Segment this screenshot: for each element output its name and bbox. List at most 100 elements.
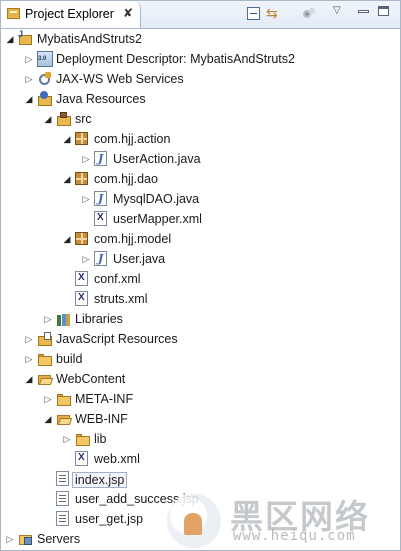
tree-item[interactable]: ◢ WEB-INF (1, 409, 400, 429)
tree-item[interactable]: ▷ JavaScript Resources (1, 329, 400, 349)
tree-item[interactable]: ▷ UserAction.java (1, 149, 400, 169)
java-project-icon (18, 29, 34, 47)
expanded-arrow-icon[interactable]: ◢ (5, 33, 15, 45)
tree-item[interactable]: ▷ lib (1, 429, 400, 449)
focus-on-active-task-icon[interactable] (302, 6, 316, 20)
tree-item[interactable]: ◢ com.hjj.model (1, 229, 400, 249)
tree-item[interactable]: ◢ Java Resources (1, 89, 400, 109)
tree-item-label: WebContent (56, 372, 126, 386)
folder-icon (56, 391, 72, 407)
tree-item-label: com.hjj.model (94, 232, 172, 246)
collapsed-arrow-icon[interactable]: ▷ (24, 353, 34, 365)
collapsed-arrow-icon[interactable]: ▷ (24, 333, 34, 345)
project-tree: ◢MybatisAndStruts2 ▷ Deployment Descriptor… (1, 29, 400, 550)
tree-item[interactable]: ◢ MybatisAndStruts2 (1, 29, 400, 49)
java-resources-icon (37, 91, 53, 107)
tree-item-label: UserAction.java (113, 152, 201, 166)
tree-item[interactable]: ▷ Deployment Descriptor: MybatisAndStruts… (1, 49, 400, 69)
tree-item[interactable]: web.xml (1, 449, 400, 469)
tree-item-label: JAX-WS Web Services (56, 72, 184, 86)
tree-item[interactable]: ▷ build (1, 349, 400, 369)
collapsed-arrow-icon[interactable]: ▷ (24, 73, 34, 85)
expanded-arrow-icon[interactable]: ◢ (62, 233, 72, 245)
tree-item[interactable]: ◢ src (1, 109, 400, 129)
tree-item[interactable]: ▷ META-INF (1, 389, 400, 409)
xml-file-icon (75, 291, 88, 306)
tree-item-label: WEB-INF (75, 412, 128, 426)
expanded-arrow-icon[interactable]: ◢ (43, 113, 53, 125)
tree-item[interactable]: ▷ Libraries (1, 309, 400, 329)
xml-file-icon (75, 271, 88, 286)
tree-item-label: index.jsp (72, 472, 128, 488)
package-icon (75, 172, 88, 185)
collapsed-arrow-icon[interactable]: ▷ (62, 433, 72, 445)
link-with-editor-icon[interactable]: ⇆ (266, 5, 283, 23)
tree-item[interactable]: ◢ com.hjj.action (1, 129, 400, 149)
maximize-icon[interactable] (378, 6, 389, 16)
watermark-url: www.heiqu.com (233, 528, 356, 544)
tree-item-label: MysqlDAO.java (113, 192, 200, 206)
tree-item-label: com.hjj.action (94, 132, 171, 146)
tree-item-label: Deployment Descriptor: MybatisAndStruts2 (56, 52, 295, 66)
project-explorer-view: Project Explorer ✘ ⇆ ▽ ◢ MybatisAndStruts… (0, 0, 401, 551)
java-file-icon (94, 191, 107, 206)
tree-item-label: Java Resources (56, 92, 146, 106)
view-header: Project Explorer ✘ ⇆ ▽ (1, 1, 400, 29)
package-icon (75, 232, 88, 245)
collapsed-arrow-icon[interactable]: ▷ (43, 313, 53, 325)
view-menu-icon[interactable]: ▽ (333, 5, 341, 23)
expanded-arrow-icon[interactable]: ◢ (43, 413, 53, 425)
tab-title: Project Explorer (25, 7, 114, 21)
tree-item-label: META-INF (75, 392, 134, 406)
collapsed-arrow-icon[interactable]: ▷ (43, 393, 53, 405)
tree-item-label: build (56, 352, 83, 366)
tree-item-label: struts.xml (94, 292, 148, 306)
tree-item-label: conf.xml (94, 272, 141, 286)
source-folder-icon (56, 111, 72, 127)
tree-item-label: user_get.jsp (75, 512, 144, 526)
tree-item-label: userMapper.xml (113, 212, 202, 226)
xml-file-icon (94, 211, 107, 226)
tree-item[interactable]: conf.xml (1, 269, 400, 289)
tree-item-label: lib (94, 432, 107, 446)
minimize-icon[interactable] (358, 10, 369, 13)
collapsed-arrow-icon[interactable]: ▷ (5, 533, 15, 545)
folder-icon (37, 351, 53, 367)
tree-item[interactable]: ▷ User.java (1, 249, 400, 269)
tree-item-label: Libraries (75, 312, 123, 326)
expanded-arrow-icon[interactable]: ◢ (62, 133, 72, 145)
servers-icon (18, 531, 34, 547)
tree-item[interactable]: ▷ MysqlDAO.java (1, 189, 400, 209)
jsp-file-icon (56, 491, 69, 506)
tree-item-label: web.xml (94, 452, 140, 466)
tree-item[interactable]: ◢ WebContent (1, 369, 400, 389)
tree-item-label: com.hjj.dao (94, 172, 158, 186)
expanded-arrow-icon[interactable]: ◢ (62, 173, 72, 185)
folder-open-icon (56, 411, 72, 427)
project-explorer-tab[interactable]: Project Explorer ✘ (1, 1, 141, 28)
tree-item-label: Servers (37, 532, 81, 546)
close-icon[interactable]: ✘ (123, 6, 133, 20)
java-file-icon (94, 251, 107, 266)
web-services-icon (37, 71, 53, 87)
collapsed-arrow-icon[interactable]: ▷ (81, 153, 91, 165)
tree-item-label: User.java (113, 252, 166, 266)
collapsed-arrow-icon[interactable]: ▷ (24, 53, 34, 65)
expanded-arrow-icon[interactable]: ◢ (24, 373, 34, 385)
jsp-file-icon (56, 511, 69, 526)
jsp-file-icon (56, 471, 69, 486)
collapsed-arrow-icon[interactable]: ▷ (81, 253, 91, 265)
collapse-all-icon[interactable] (247, 7, 260, 20)
java-file-icon (94, 151, 107, 166)
tree-item[interactable]: ◢ com.hjj.dao (1, 169, 400, 189)
tree-item[interactable]: index.jsp (1, 469, 400, 489)
tree-item-label: JavaScript Resources (56, 332, 178, 346)
libraries-icon (56, 311, 72, 327)
tree-item[interactable]: userMapper.xml (1, 209, 400, 229)
deployment-descriptor-icon (37, 51, 53, 67)
watermark: 黑区网络 www.heiqu.com (167, 488, 401, 550)
collapsed-arrow-icon[interactable]: ▷ (81, 193, 91, 205)
tree-item[interactable]: ▷ JAX-WS Web Services (1, 69, 400, 89)
tree-item[interactable]: struts.xml (1, 289, 400, 309)
expanded-arrow-icon[interactable]: ◢ (24, 93, 34, 105)
